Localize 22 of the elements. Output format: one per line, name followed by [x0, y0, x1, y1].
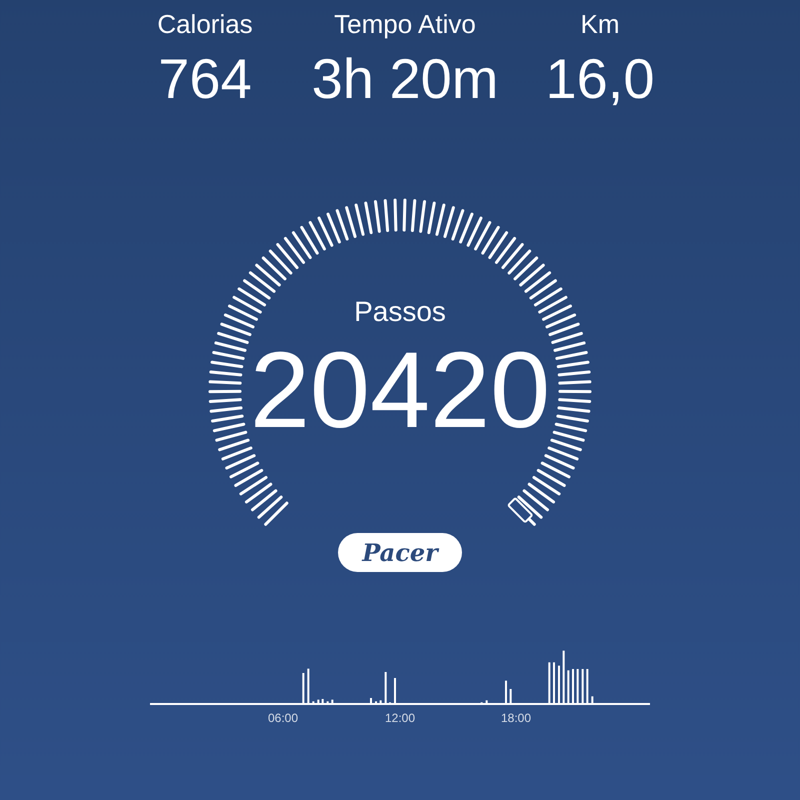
activity-bar — [586, 669, 588, 704]
activity-bar — [302, 673, 304, 704]
activity-bar — [567, 670, 570, 704]
stat-value: 3h 20m — [312, 48, 498, 110]
stat-value: 764 — [158, 48, 252, 110]
stat-label: Tempo Ativo — [334, 8, 476, 40]
time-label: 06:00 — [266, 710, 300, 726]
activity-bar — [307, 668, 310, 704]
activity-bar — [548, 662, 550, 704]
time-label: 12:00 — [384, 710, 416, 726]
stat-value: 16,0 — [546, 48, 654, 110]
stat-label: Km — [580, 8, 620, 40]
activity-bar — [562, 650, 565, 704]
step-count: 20420 — [250, 329, 550, 450]
activity-bar — [510, 689, 512, 704]
activity-bar — [576, 669, 579, 704]
time-label: 18:00 — [500, 710, 532, 726]
stat-label: Calorias — [157, 8, 253, 40]
activity-bar — [582, 669, 584, 704]
pacer-logo: Pacer — [362, 538, 438, 568]
gauge-label: Passos — [354, 296, 446, 327]
activity-bar — [384, 672, 387, 704]
